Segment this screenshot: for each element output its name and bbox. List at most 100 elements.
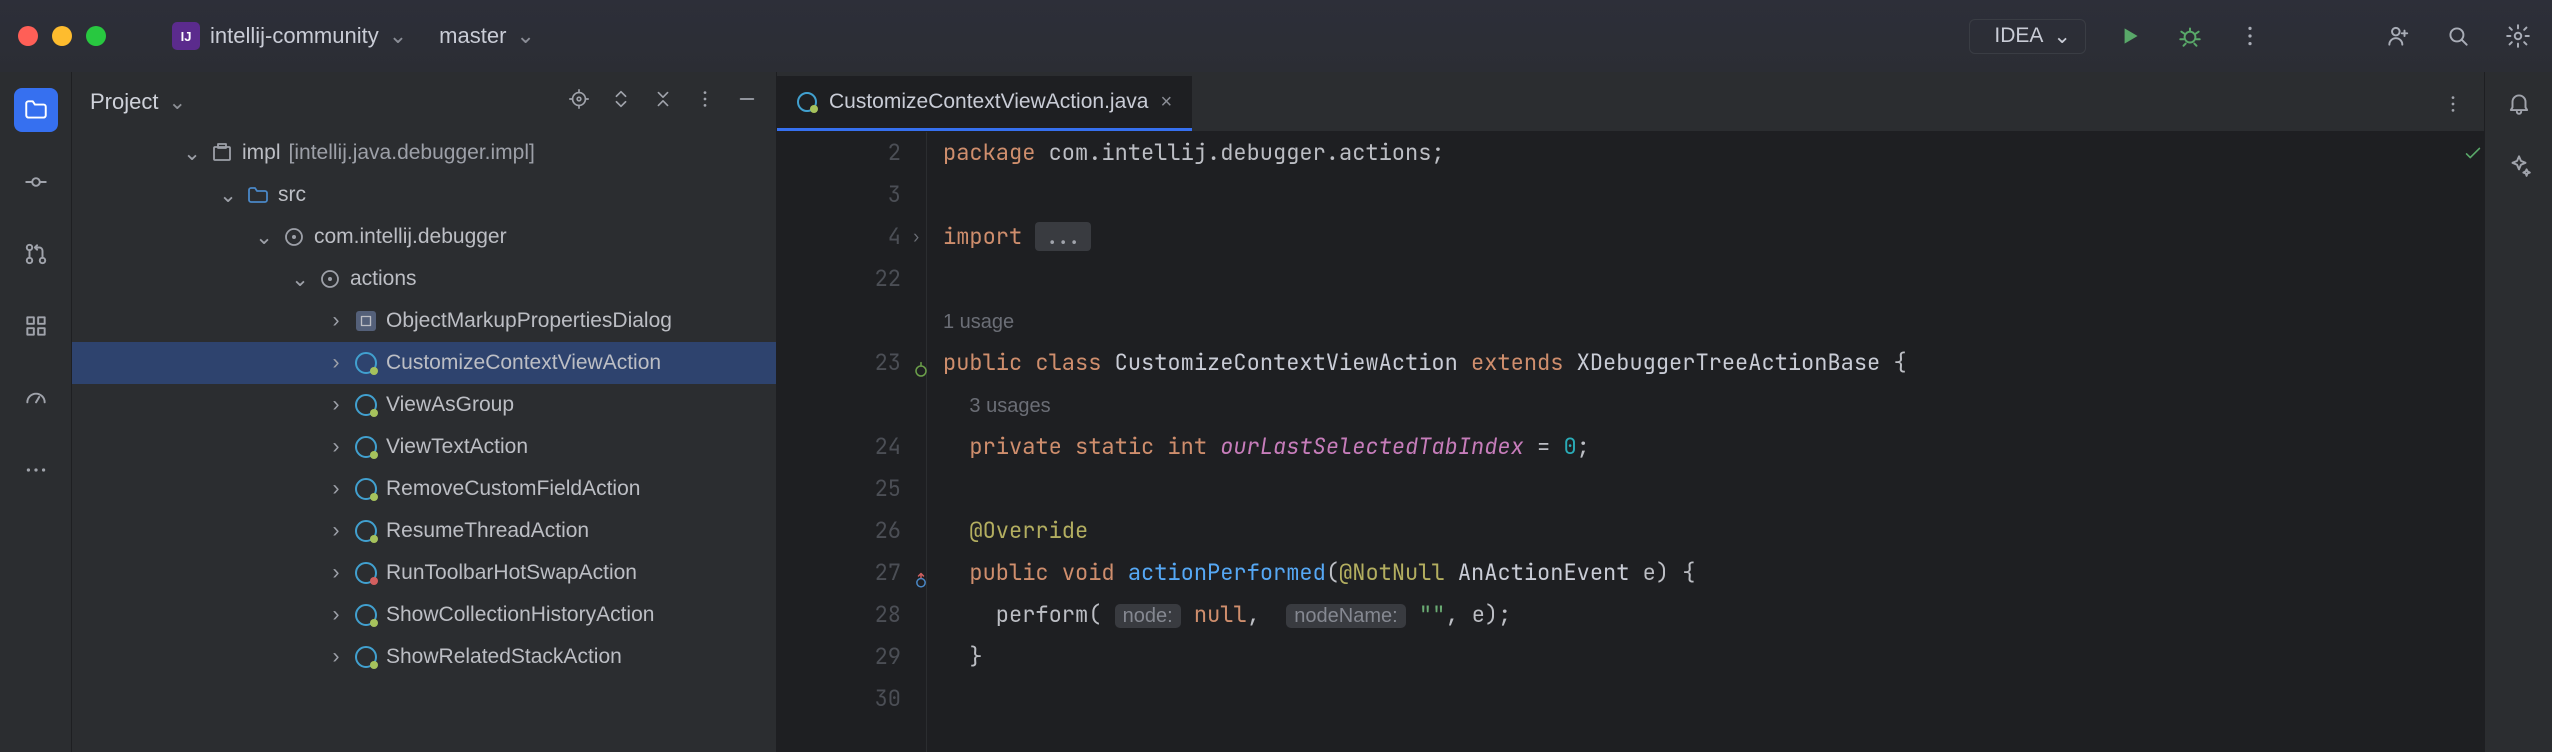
- gutter-line[interactable]: 28: [777, 594, 901, 636]
- collapse-all-button[interactable]: [652, 88, 674, 116]
- more-actions-button[interactable]: [2234, 20, 2266, 52]
- tree-node[interactable]: ›ShowCollectionHistoryAction: [72, 594, 776, 636]
- run-config-selector[interactable]: IDEA ⌄: [1969, 19, 2086, 54]
- code-line[interactable]: package com.intellij.debugger.actions;: [943, 132, 2484, 174]
- code-line[interactable]: [943, 258, 2484, 300]
- git-branch-switcher[interactable]: master ⌄: [429, 23, 535, 49]
- more-tools-button[interactable]: [14, 448, 58, 492]
- overrides-method-icon[interactable]: [911, 563, 931, 583]
- tree-node[interactable]: ›ViewTextAction: [72, 426, 776, 468]
- check-icon: [2462, 142, 2484, 164]
- fold-expand-icon[interactable]: ›: [911, 216, 921, 258]
- structure-tool-button[interactable]: [14, 304, 58, 348]
- close-window-button[interactable]: [18, 26, 38, 46]
- tree-node[interactable]: ›ObjectMarkupPropertiesDialog: [72, 300, 776, 342]
- chevron-right-icon[interactable]: ›: [326, 351, 346, 375]
- chevron-down-icon[interactable]: ⌄: [254, 225, 274, 250]
- gear-icon: [2505, 23, 2531, 49]
- chevron-right-icon[interactable]: ›: [326, 309, 346, 333]
- gutter-line[interactable]: [777, 300, 901, 342]
- tree-node[interactable]: ›ShowRelatedStackAction: [72, 636, 776, 678]
- chevron-right-icon[interactable]: ›: [326, 645, 346, 669]
- code-line[interactable]: 3 usages: [943, 384, 2484, 426]
- select-opened-file-button[interactable]: [568, 88, 590, 116]
- close-tab-button[interactable]: ×: [1160, 91, 1172, 114]
- code-line[interactable]: @Override: [943, 510, 2484, 552]
- code-line[interactable]: public void actionPerformed(@NotNull AnA…: [943, 552, 2484, 594]
- gutter-line[interactable]: 27: [777, 552, 901, 594]
- package-icon: [318, 267, 342, 291]
- code-line[interactable]: 1 usage: [943, 300, 2484, 342]
- left-tool-rail: [0, 72, 72, 752]
- code-line[interactable]: [943, 174, 2484, 216]
- tree-node-label: com.intellij.debugger: [314, 225, 507, 249]
- chevron-down-icon[interactable]: ⌄: [290, 267, 310, 292]
- services-tool-button[interactable]: [14, 376, 58, 420]
- code-line[interactable]: [943, 678, 2484, 720]
- settings-button[interactable]: [2502, 20, 2534, 52]
- expand-all-button[interactable]: [610, 88, 632, 116]
- panel-options-button[interactable]: [694, 88, 716, 116]
- gutter-line[interactable]: 22: [777, 258, 901, 300]
- chevron-right-icon[interactable]: ›: [326, 477, 346, 501]
- gutter-line[interactable]: 30: [777, 678, 901, 720]
- chevron-down-icon[interactable]: ⌄: [168, 90, 186, 115]
- project-panel-title[interactable]: Project: [90, 89, 158, 115]
- code-editor[interactable]: 234›222324252627282930 package com.intel…: [777, 132, 2484, 752]
- code-content[interactable]: package com.intellij.debugger.actions; im…: [921, 132, 2484, 752]
- minimize-window-button[interactable]: [52, 26, 72, 46]
- tree-node[interactable]: ›CustomizeContextViewAction: [72, 342, 776, 384]
- run-button[interactable]: [2114, 20, 2146, 52]
- editor-gutter[interactable]: 234›222324252627282930: [777, 132, 921, 752]
- notifications-button[interactable]: [2506, 90, 2532, 122]
- tree-node[interactable]: ›RemoveCustomFieldAction: [72, 468, 776, 510]
- project-tree[interactable]: ⌄impl [intellij.java.debugger.impl]⌄src⌄…: [72, 132, 776, 690]
- gutter-line[interactable]: 24: [777, 426, 901, 468]
- tab-options-button[interactable]: [2422, 76, 2484, 131]
- ai-assistant-button[interactable]: [2506, 152, 2532, 184]
- gutter-line[interactable]: 25: [777, 468, 901, 510]
- maximize-window-button[interactable]: [86, 26, 106, 46]
- chevron-right-icon[interactable]: ›: [326, 561, 346, 585]
- gutter-line[interactable]: 3: [777, 174, 901, 216]
- gutter-line[interactable]: 4›: [777, 216, 901, 258]
- editor-area: CustomizeContextViewAction.java × 234›22…: [777, 72, 2484, 752]
- chevron-right-icon[interactable]: ›: [326, 519, 346, 543]
- gutter-line[interactable]: [777, 384, 901, 426]
- commit-tool-button[interactable]: [14, 160, 58, 204]
- tree-node-label: src: [278, 183, 306, 207]
- editor-tab[interactable]: CustomizeContextViewAction.java ×: [777, 76, 1192, 131]
- hide-panel-button[interactable]: [736, 88, 758, 116]
- project-switcher[interactable]: IJ intellij-community ⌄: [172, 22, 407, 50]
- tree-node[interactable]: ›ResumeThreadAction: [72, 510, 776, 552]
- gutter-line[interactable]: 23: [777, 342, 901, 384]
- search-everywhere-button[interactable]: [2442, 20, 2474, 52]
- gutter-line[interactable]: 29: [777, 636, 901, 678]
- tree-node[interactable]: ›RunToolbarHotSwapAction: [72, 552, 776, 594]
- chevron-right-icon[interactable]: ›: [326, 435, 346, 459]
- tree-node[interactable]: ⌄actions: [72, 258, 776, 300]
- tree-node[interactable]: ›ViewAsGroup: [72, 384, 776, 426]
- tree-node[interactable]: ⌄impl [intellij.java.debugger.impl]: [72, 132, 776, 174]
- project-tool-button[interactable]: [14, 88, 58, 132]
- tree-node[interactable]: ⌄ src: [72, 174, 776, 216]
- gutter-line[interactable]: 26: [777, 510, 901, 552]
- tree-node[interactable]: ⌄ com.intellij.debugger: [72, 216, 776, 258]
- code-line[interactable]: perform( node: null, nodeName: "", e);: [943, 594, 2484, 636]
- chevron-down-icon[interactable]: ⌄: [218, 183, 238, 208]
- code-line[interactable]: import ...: [943, 216, 2484, 258]
- chevron-down-icon[interactable]: ⌄: [182, 141, 202, 166]
- chevron-right-icon[interactable]: ›: [326, 393, 346, 417]
- code-with-me-button[interactable]: [2382, 20, 2414, 52]
- has-implementations-icon[interactable]: [911, 353, 931, 373]
- chevron-right-icon[interactable]: ›: [326, 603, 346, 627]
- debug-button[interactable]: [2174, 20, 2206, 52]
- code-line[interactable]: private static int ourLastSelectedTabInd…: [943, 426, 2484, 468]
- code-line[interactable]: public class CustomizeContextViewAction …: [943, 342, 2484, 384]
- pull-requests-tool-button[interactable]: [14, 232, 58, 276]
- code-line[interactable]: }: [943, 636, 2484, 678]
- problems-indicator[interactable]: [2462, 132, 2484, 174]
- class-icon: [354, 562, 378, 584]
- code-line[interactable]: [943, 468, 2484, 510]
- gutter-line[interactable]: 2: [777, 132, 901, 174]
